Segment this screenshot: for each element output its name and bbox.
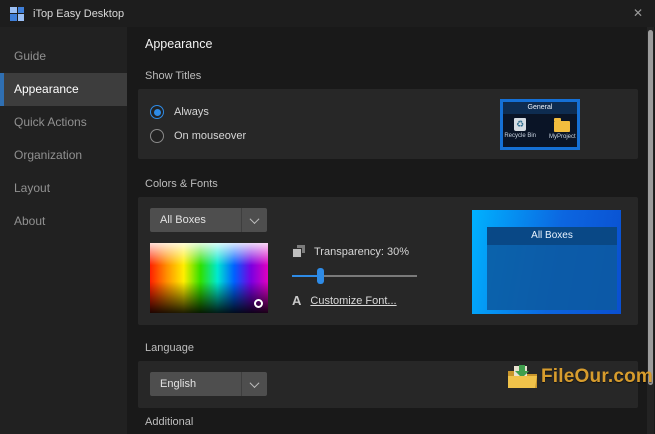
transparency-label: Transparency: 30% <box>314 245 409 258</box>
chevron-down-icon[interactable] <box>241 208 267 232</box>
colors-fonts-panel: All Boxes Transparency: 30% A Customize … <box>138 197 638 325</box>
color-picker-handle[interactable] <box>254 299 263 308</box>
radio-always-selected[interactable] <box>150 105 164 119</box>
show-titles-panel: Always On mouseover General ♻ Recycle Bi… <box>138 89 638 159</box>
scrollbar-thumb[interactable] <box>648 30 653 385</box>
show-titles-label: Show Titles <box>145 70 202 82</box>
language-dropdown-value[interactable]: English <box>150 378 241 390</box>
colors-fonts-label: Colors & Fonts <box>145 178 218 190</box>
target-dropdown-value[interactable]: All Boxes <box>150 214 241 226</box>
radio-option-mouseover[interactable]: On mouseover <box>150 129 246 143</box>
sidebar-item-organization[interactable]: Organization <box>0 139 127 172</box>
radio-always-label[interactable]: Always <box>174 106 209 118</box>
sidebar-item-quick-actions[interactable]: Quick Actions <box>0 106 127 139</box>
sidebar-item-layout[interactable]: Layout <box>0 172 127 205</box>
transparency-icon <box>292 245 305 258</box>
language-label: Language <box>145 342 194 354</box>
folder-icon <box>554 118 571 132</box>
additional-label: Additional <box>145 416 194 428</box>
sidebar: Guide Appearance Quick Actions Organizat… <box>0 27 127 434</box>
radio-mouseover-label[interactable]: On mouseover <box>174 130 246 142</box>
colors-preview-title: All Boxes <box>487 227 617 245</box>
watermark-text: FileOur.com <box>541 365 654 387</box>
sidebar-item-guide[interactable]: Guide <box>0 40 127 73</box>
slider-thumb[interactable] <box>316 268 324 284</box>
myproject-label: MyProject <box>549 134 576 140</box>
chevron-down-icon[interactable] <box>241 372 267 396</box>
app-logo-icon <box>10 6 24 21</box>
radio-mouseover-unselected[interactable] <box>150 129 164 143</box>
language-dropdown[interactable]: English <box>150 372 267 396</box>
titlebar: iTop Easy Desktop ✕ <box>0 0 655 27</box>
sidebar-item-appearance[interactable]: Appearance <box>0 73 127 106</box>
preview-box-title: General <box>503 102 577 114</box>
font-icon: A <box>292 293 302 308</box>
app-window: iTop Easy Desktop ✕ Guide Appearance Qui… <box>0 0 655 434</box>
settings-content: Appearance Show Titles Always On mouseov… <box>127 27 655 434</box>
recycle-bin-label: Recycle Bin <box>504 133 536 139</box>
close-icon[interactable]: ✕ <box>621 0 655 27</box>
color-picker[interactable] <box>150 243 268 313</box>
page-title: Appearance <box>145 37 213 51</box>
colors-preview: All Boxes <box>472 210 621 314</box>
show-titles-preview: General ♻ Recycle Bin MyProject <box>500 99 580 150</box>
radio-option-always[interactable]: Always <box>150 105 209 119</box>
recycle-bin-icon: ♻ <box>514 118 527 131</box>
target-dropdown[interactable]: All Boxes <box>150 208 267 232</box>
window-title: iTop Easy Desktop <box>33 7 125 20</box>
customize-font-link[interactable]: Customize Font... <box>310 295 396 307</box>
watermark: FileOur.com <box>505 363 653 390</box>
transparency-slider[interactable] <box>292 268 417 284</box>
sidebar-item-about[interactable]: About <box>0 205 127 238</box>
fileour-folder-icon <box>508 365 537 388</box>
